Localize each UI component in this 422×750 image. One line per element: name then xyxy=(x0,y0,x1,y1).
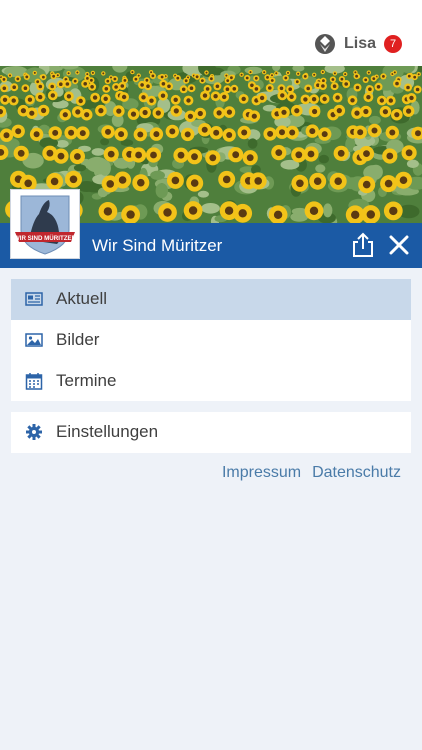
share-icon[interactable] xyxy=(350,232,376,258)
image-icon xyxy=(25,333,43,347)
user-name[interactable]: Lisa xyxy=(344,35,376,53)
user-menu[interactable]: Lisa 7 xyxy=(314,31,402,57)
footer-links: Impressum Datenschutz xyxy=(222,464,401,482)
menu-item-bilder[interactable]: Bilder xyxy=(11,320,411,361)
menu-item-label: Termine xyxy=(56,370,117,390)
datenschutz-link[interactable]: Datenschutz xyxy=(312,464,401,482)
main-menu: Aktuell Bilder Termine xyxy=(11,279,411,402)
settings-menu: Einstellungen xyxy=(11,412,411,453)
menu-item-label: Aktuell xyxy=(56,289,108,309)
menu-item-aktuell[interactable]: Aktuell xyxy=(11,279,411,320)
menu-item-label: Einstellungen xyxy=(56,422,159,442)
close-icon[interactable] xyxy=(387,233,411,257)
newspaper-icon xyxy=(25,292,43,307)
calendar-icon xyxy=(25,372,43,390)
top-bar: Lisa 7 xyxy=(0,0,422,66)
menu-item-einstellungen[interactable]: Einstellungen xyxy=(11,412,411,453)
app-logo-icon xyxy=(314,34,335,54)
group-logo: WIR SIND MÜRITZER xyxy=(10,189,80,259)
logo-text: WIR SIND MÜRITZER xyxy=(14,235,77,242)
menu-item-label: Bilder xyxy=(56,330,100,350)
notification-badge[interactable]: 7 xyxy=(384,35,402,53)
gear-icon xyxy=(26,424,42,441)
impressum-link[interactable]: Impressum xyxy=(222,464,301,482)
group-title: Wir Sind Müritzer xyxy=(92,236,223,255)
menu-item-termine[interactable]: Termine xyxy=(11,360,411,401)
